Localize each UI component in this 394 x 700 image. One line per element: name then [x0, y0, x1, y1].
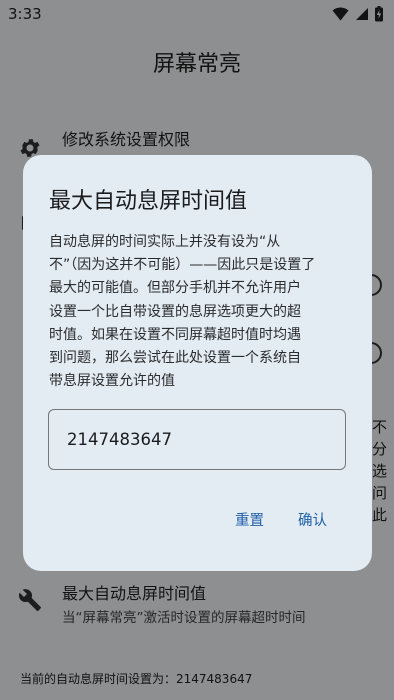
dialog-body-line: 自动息屏的时间实际上并没有设为“从	[49, 234, 281, 250]
dialog-body-line: 设置一个比自带设置的息屏选项更大的超	[49, 303, 301, 320]
max-timeout-dialog: 最大自动息屏时间值 自动息屏的时间实际上并没有设为“从 不”（因为这并不可能）—…	[23, 155, 372, 571]
dialog-body-line: 不”（因为这并不可能）——因此只是设置了	[49, 257, 316, 274]
reset-button[interactable]: 重置	[235, 509, 264, 530]
dialog-body-line: 最大的可能值。但部分手机并不允许用户	[49, 280, 301, 297]
dialog-body-line: 到问题，那么尝试在此处设置一个系统自	[49, 350, 301, 367]
dialog-body-line: 带息屏设置允许的值	[49, 373, 175, 390]
dialog-title: 最大自动息屏时间值	[49, 189, 248, 214]
confirm-button[interactable]: 确认	[298, 509, 327, 530]
dialog-body: 自动息屏的时间实际上并没有设为“从 不”（因为这并不可能）——因此只是设置了 最…	[49, 231, 349, 393]
timeout-value-input[interactable]	[48, 409, 346, 470]
dialog-body-line: 时值。如果在设置不同屏幕超时值时均遇	[49, 326, 301, 343]
